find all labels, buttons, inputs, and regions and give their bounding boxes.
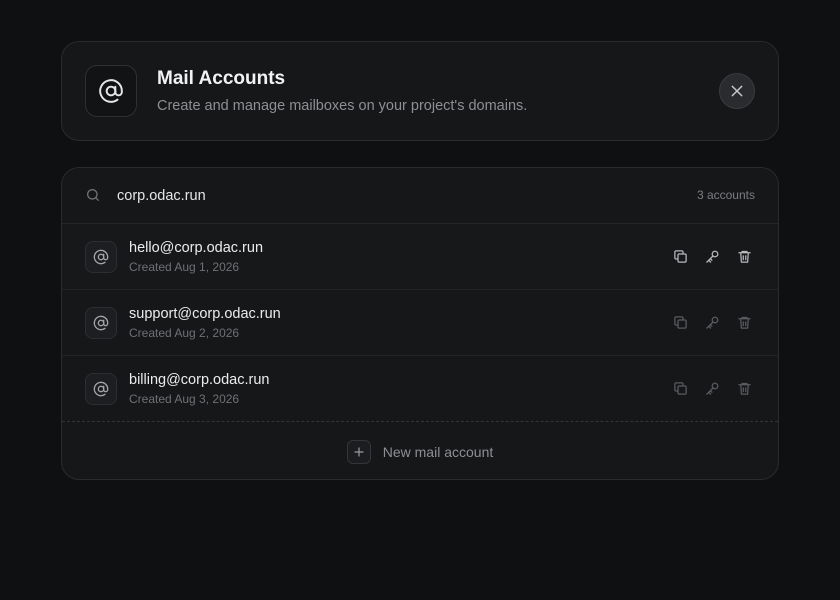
page-subtitle: Create and manage mailboxes on your proj…	[157, 98, 528, 114]
account-row[interactable]: support@corp.odac.run Created Aug 2, 202…	[62, 290, 778, 356]
copy-button[interactable]	[672, 248, 688, 264]
copy-icon	[673, 249, 687, 263]
close-icon	[731, 85, 743, 97]
row-actions	[672, 380, 752, 396]
new-mail-account-label: New mail account	[382, 444, 494, 460]
delete-button[interactable]	[736, 314, 752, 330]
reset-password-button[interactable]	[704, 248, 720, 264]
trash-icon	[737, 382, 751, 395]
row-actions	[672, 314, 752, 330]
row-actions	[672, 248, 752, 264]
delete-button[interactable]	[736, 248, 752, 264]
search-bar: 3 accounts	[62, 168, 778, 224]
close-button[interactable]	[719, 73, 755, 109]
account-email: support@corp.odac.run	[129, 306, 281, 322]
copy-icon	[673, 315, 687, 329]
page-title: Mail Accounts	[157, 68, 286, 89]
copy-button[interactable]	[672, 314, 688, 330]
at-sign-icon	[85, 241, 117, 273]
copy-button[interactable]	[672, 380, 688, 396]
search-input[interactable]	[117, 184, 597, 208]
trash-icon	[737, 316, 751, 329]
key-icon	[705, 250, 718, 263]
trash-icon	[737, 250, 751, 263]
account-email: billing@corp.odac.run	[129, 372, 270, 388]
reset-password-button[interactable]	[704, 380, 720, 396]
plus-icon	[346, 440, 371, 464]
search-icon	[87, 189, 99, 201]
key-icon	[705, 382, 718, 395]
at-sign-icon	[85, 373, 117, 405]
at-sign-icon	[85, 65, 137, 117]
account-created-date: Created Aug 3, 2026	[129, 392, 240, 406]
mail-accounts-header: Mail Accounts Create and manage mailboxe…	[61, 41, 779, 141]
accounts-list: 3 accounts hello@corp.odac.run Created A…	[61, 167, 779, 480]
new-mail-account-button[interactable]: New mail account	[62, 424, 778, 479]
account-count: 3 accounts	[696, 188, 755, 202]
account-row[interactable]: hello@corp.odac.run Created Aug 1, 2026	[62, 224, 778, 290]
account-email: hello@corp.odac.run	[129, 240, 264, 256]
at-sign-icon	[85, 307, 117, 339]
account-row[interactable]: billing@corp.odac.run Created Aug 3, 202…	[62, 356, 778, 422]
delete-button[interactable]	[736, 380, 752, 396]
key-icon	[705, 316, 718, 329]
account-created-date: Created Aug 1, 2026	[129, 260, 240, 274]
copy-icon	[673, 381, 687, 395]
account-created-date: Created Aug 2, 2026	[129, 326, 240, 340]
reset-password-button[interactable]	[704, 314, 720, 330]
